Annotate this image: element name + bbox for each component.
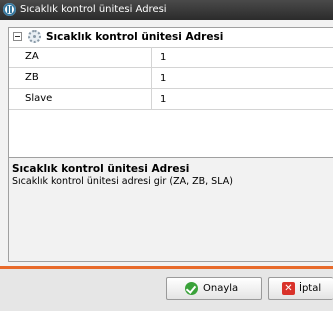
table-row[interactable]: ZB 1 — [9, 68, 333, 89]
row-label: ZB — [9, 68, 152, 88]
collapse-icon[interactable] — [13, 32, 22, 41]
table-row[interactable]: Slave 1 — [9, 89, 333, 110]
row-value-zb[interactable]: 1 — [160, 68, 166, 89]
button-bar: Onayla ✕ İptal — [0, 269, 333, 311]
confirm-button[interactable]: Onayla — [166, 277, 262, 300]
row-label: ZA — [9, 47, 152, 67]
description-text: Sıcaklık kontrol ünitesi adresi gir (ZA,… — [12, 176, 233, 187]
dialog-window: Sıcaklık kontrol ünitesi Adresi Sıcaklık… — [0, 0, 333, 311]
row-value-slave[interactable]: 1 — [160, 89, 166, 110]
cancel-button-label: İptal — [299, 283, 322, 294]
cancel-button[interactable]: ✕ İptal — [268, 277, 333, 300]
window-title: Sıcaklık kontrol ünitesi Adresi — [20, 4, 167, 15]
row-value-za[interactable]: 1 — [160, 47, 166, 68]
table-row[interactable]: ZA 1 — [9, 47, 333, 68]
description-title: Sıcaklık kontrol ünitesi Adresi — [12, 163, 190, 175]
description-panel: Sıcaklık kontrol ünitesi Adresi Sıcaklık… — [8, 157, 333, 262]
app-icon — [3, 3, 16, 16]
grid-title: Sıcaklık kontrol ünitesi Adresi — [46, 31, 224, 43]
confirm-button-label: Onayla — [203, 283, 239, 294]
check-icon — [185, 282, 198, 295]
x-icon: ✕ — [282, 282, 295, 295]
row-label: Slave — [9, 89, 152, 109]
grid-header: Sıcaklık kontrol ünitesi Adresi — [9, 28, 333, 48]
grid-rows: ZA 1 ZB 1 Slave 1 — [9, 47, 333, 110]
title-bar[interactable]: Sıcaklık kontrol ünitesi Adresi — [0, 0, 333, 20]
gear-icon — [28, 30, 41, 43]
